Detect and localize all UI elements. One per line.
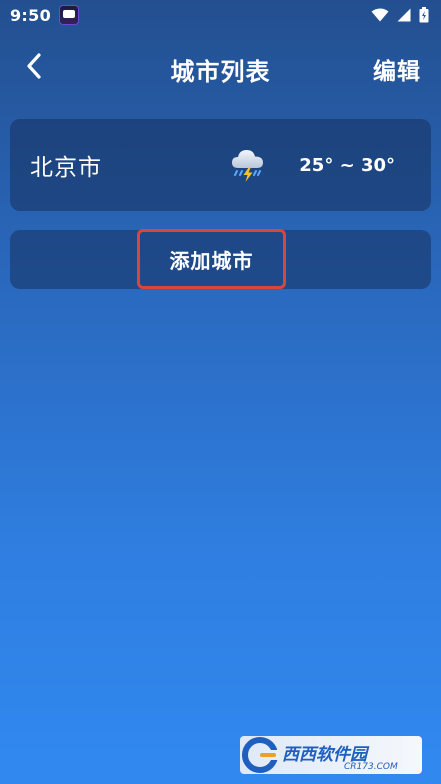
temperature-range: 25° ~ 30° [299, 154, 395, 176]
signal-icon [397, 8, 411, 22]
watermark-logo: 西西软件园 CR173.COM [240, 736, 422, 774]
battery-charging-icon [419, 7, 429, 23]
watermark-brand: 西西软件园 [282, 744, 367, 765]
watermark-domain: CR173.COM [344, 762, 398, 772]
status-icons [371, 7, 429, 23]
edit-button[interactable]: 编辑 [373, 52, 421, 86]
app-header: 城市列表 编辑 [0, 36, 441, 96]
cr173-logo-icon [242, 737, 280, 773]
thunderstorm-icon [232, 150, 264, 182]
app-notification-icon [59, 5, 79, 25]
add-city-button[interactable]: 添加城市 [137, 229, 286, 289]
status-bar: 9:50 [0, 0, 441, 30]
wifi-icon [371, 8, 389, 22]
city-card[interactable]: 北京市 25° ~ 30° [10, 119, 431, 211]
city-name: 北京市 [30, 155, 102, 181]
status-time: 9:50 [10, 5, 51, 25]
